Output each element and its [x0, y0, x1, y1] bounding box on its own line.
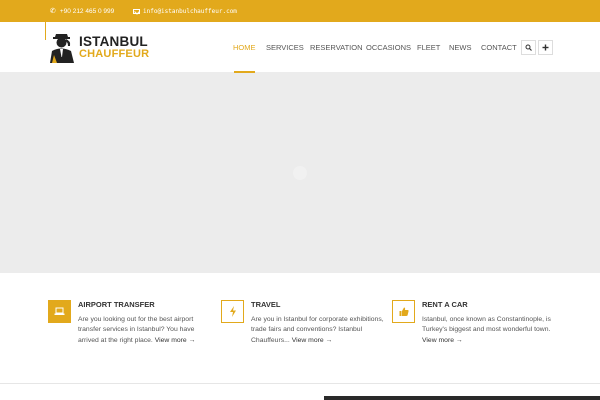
logo-text-chauffeur: CHAUFFEUR: [79, 48, 150, 60]
lightning-icon: [229, 306, 236, 317]
view-more-link[interactable]: View more →: [292, 337, 333, 344]
feature-description: Istanbul, once known as Constantinople, …: [422, 315, 557, 346]
phone-number: +90 212 465 0 999: [59, 7, 115, 15]
email-address: info@istanbulchauffeur.com: [143, 7, 237, 15]
phone-contact[interactable]: ✆ +90 212 465 0 999: [50, 0, 114, 22]
search-icon: [525, 44, 532, 51]
feature-description-text: Istanbul, once known as Constantinople, …: [422, 316, 551, 334]
feature-title[interactable]: RENT A CAR: [422, 300, 468, 309]
nav-item-occasions[interactable]: OCCASIONS: [366, 22, 411, 73]
feature-icon-box: [221, 300, 244, 323]
nav-item-services[interactable]: SERVICES: [266, 22, 304, 73]
nav-item-reservation[interactable]: RESERVATION: [310, 22, 363, 73]
envelope-icon: [133, 8, 140, 14]
section-divider: [0, 383, 600, 384]
phone-icon: ✆: [50, 7, 56, 15]
nav-item-contact[interactable]: CONTACT: [481, 22, 517, 73]
plus-icon: [542, 44, 549, 51]
nav-item-news[interactable]: NEWS: [449, 22, 472, 73]
feature-description: Are you in Istanbul for corporate exhibi…: [251, 315, 386, 346]
slider-loading-indicator: [293, 166, 307, 180]
site-logo[interactable]: ISTANBUL CHAUFFEUR: [48, 33, 149, 63]
feature-icon-box: [48, 300, 71, 323]
feature-description: Are you looking out for the best airport…: [78, 315, 213, 346]
search-button[interactable]: [521, 40, 536, 55]
top-bar: ✆ +90 212 465 0 999 info@istanbulchauffe…: [0, 0, 600, 22]
bottom-dark-band: [324, 396, 600, 400]
laptop-icon: [54, 307, 65, 315]
expand-button[interactable]: [538, 40, 553, 55]
header-accent-line: [45, 22, 46, 40]
email-contact[interactable]: info@istanbulchauffeur.com: [133, 0, 237, 22]
chauffeur-logo-icon: [50, 34, 74, 63]
feature-title[interactable]: AIRPORT TRANSFER: [78, 300, 155, 309]
view-more-link[interactable]: View more →: [155, 337, 196, 344]
view-more-link[interactable]: View more →: [422, 337, 463, 344]
nav-item-fleet[interactable]: FLEET: [417, 22, 440, 73]
thumbs-up-icon: [399, 307, 409, 316]
nav-item-home[interactable]: HOME: [233, 22, 256, 73]
feature-icon-box: [392, 300, 415, 323]
feature-title[interactable]: TRAVEL: [251, 300, 280, 309]
logo-text-istanbul: ISTANBUL: [79, 34, 148, 49]
